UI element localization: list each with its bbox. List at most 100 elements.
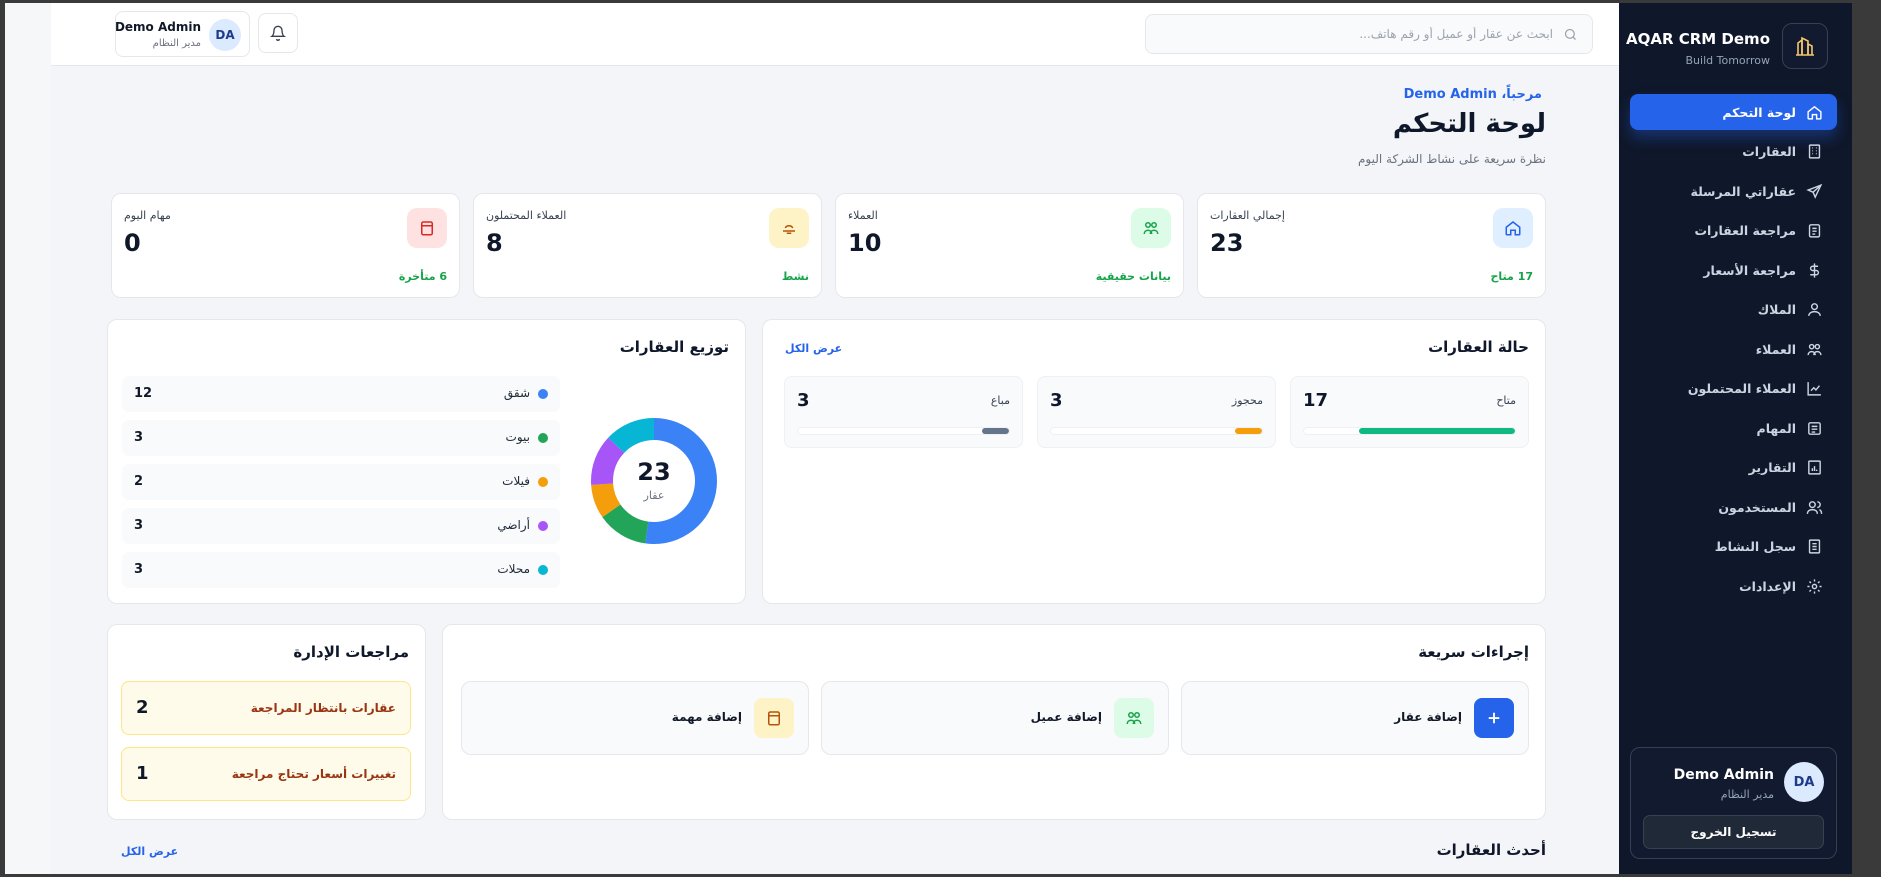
status-progress-fill	[1234, 428, 1262, 434]
send-icon	[1806, 183, 1823, 199]
calendar-icon	[407, 208, 447, 248]
legend-dot	[538, 433, 548, 443]
sidebar-item-label: مراجعة الأسعار	[1703, 262, 1796, 278]
plus-icon	[1474, 698, 1514, 738]
sidebar-item-label: سجل النشاط	[1714, 539, 1796, 554]
user-name: Demo Admin	[114, 20, 201, 34]
search-input[interactable]	[1183, 27, 1553, 41]
building-icon	[1808, 144, 1821, 159]
price-changes-review[interactable]: تغييرات أسعار تحتاج مراجعة 1	[121, 747, 411, 801]
sidebar-item-label: التقارير	[1748, 460, 1796, 475]
sidebar-item-leads[interactable]: العملاء المحتملون	[1630, 371, 1837, 407]
sidebar-user-card: DA Demo Admin مدير النظام تسجيل الخروج	[1630, 747, 1837, 859]
review-count: 2	[136, 697, 149, 718]
bell-icon	[270, 25, 286, 41]
recent-properties-title: أحدث العقارات	[1436, 841, 1546, 859]
distribution-row: محلات 3	[122, 552, 560, 588]
status-label: محجوز	[1231, 394, 1263, 407]
status-sold: مباع 3	[784, 376, 1023, 448]
sidebar-item-price-review[interactable]: مراجعة الأسعار	[1630, 252, 1837, 288]
distribution-row: شقق 12	[122, 376, 560, 412]
pending-properties-review[interactable]: عقارات بانتظار المراجعة 2	[121, 681, 411, 735]
sidebar-item-activity-log[interactable]: سجل النشاط	[1630, 529, 1837, 565]
sidebar-item-properties[interactable]: العقارات	[1630, 134, 1837, 170]
legend-label: محلات	[497, 562, 530, 576]
admin-reviews-panel: مراجعات الإدارة عقارات بانتظار المراجعة …	[107, 624, 426, 820]
section-title: توزيع العقارات	[619, 338, 729, 356]
legend-label: فيلات	[502, 474, 530, 488]
users-icon	[1807, 343, 1822, 355]
legend-label: أراضي	[497, 518, 530, 532]
user-group-icon	[1806, 500, 1823, 514]
stat-footnote: 6 متأخرة	[398, 270, 447, 283]
task-icon	[1808, 421, 1821, 435]
stat-card-leads[interactable]: العملاء المحتملون 8 نشط	[473, 193, 822, 298]
avatar: DA	[209, 19, 241, 51]
stat-value: 0	[124, 229, 141, 257]
dollar-icon	[1809, 262, 1820, 278]
brand-title: AQAR CRM Demo	[1625, 30, 1770, 48]
status-progress-track	[1303, 427, 1516, 435]
stat-value: 8	[486, 229, 503, 257]
action-label: إضافة عميل	[1030, 710, 1102, 724]
add-customer-button[interactable]: إضافة عميل	[821, 681, 1169, 755]
building-logo-icon	[1782, 23, 1828, 69]
legend-label: شقق	[503, 386, 530, 400]
section-title: مراجعات الإدارة	[293, 643, 409, 661]
view-all-link[interactable]: عرض الكل	[785, 342, 842, 355]
stat-card-customers[interactable]: العملاء 10 بيانات حقيقية	[835, 193, 1184, 298]
sidebar-item-label: المهام	[1756, 420, 1796, 436]
stat-footnote: بيانات حقيقية	[1095, 270, 1171, 283]
sidebar-item-my-submitted[interactable]: عقاراتي المرسلة	[1630, 173, 1837, 209]
header-user-menu[interactable]: DA Demo Admin مدير النظام	[115, 11, 250, 57]
users-icon	[1114, 698, 1154, 738]
search-bar[interactable]	[1145, 14, 1593, 54]
page-title: لوحة التحكم	[1392, 109, 1546, 139]
stat-label: العملاء	[848, 209, 878, 222]
sidebar: AQAR CRM Demo Build Tomorrow لوحة التحكم…	[1619, 3, 1852, 874]
clipboard-icon	[1808, 224, 1821, 238]
donut-total: 23	[637, 458, 670, 486]
property-distribution-panel: توزيع العقارات 23 عقار شقق 12 بيوت 3 فيل…	[107, 319, 746, 604]
stat-value: 10	[848, 229, 882, 257]
logout-button[interactable]: تسجيل الخروج	[1643, 815, 1824, 849]
review-label: تغييرات أسعار تحتاج مراجعة	[231, 767, 396, 781]
quick-actions-panel: إجراءات سريعة إضافة عقار إضافة عميل إضاف…	[442, 624, 1546, 820]
add-property-button[interactable]: إضافة عقار	[1181, 681, 1529, 755]
trend-icon	[1807, 382, 1821, 396]
review-count: 1	[136, 763, 149, 784]
sidebar-item-users[interactable]: المستخدمون	[1630, 489, 1837, 525]
sidebar-item-owners[interactable]: الملاك	[1630, 292, 1837, 328]
stat-card-today-tasks[interactable]: مهام اليوم 0 6 متأخرة	[111, 193, 460, 298]
property-status-panel: حالة العقارات عرض الكل متاح 17 محجوز 3 م…	[762, 319, 1546, 604]
sidebar-item-dashboard[interactable]: لوحة التحكم	[1630, 94, 1837, 130]
stat-footnote: نشط	[781, 270, 809, 283]
section-title: حالة العقارات	[1428, 338, 1529, 356]
stat-label: مهام اليوم	[124, 209, 171, 222]
sidebar-item-label: عقاراتي المرسلة	[1690, 183, 1796, 199]
donut-total-label: عقار	[643, 489, 665, 502]
sidebar-item-label: الملاك	[1757, 302, 1796, 317]
stat-label: إجمالي العقارات	[1210, 209, 1285, 222]
sidebar-item-reports[interactable]: التقارير	[1630, 450, 1837, 486]
stat-card-total-properties[interactable]: إجمالي العقارات 23 17 متاح	[1197, 193, 1546, 298]
status-label: مباع	[990, 394, 1010, 407]
notifications-button[interactable]	[258, 13, 298, 53]
section-title: إجراءات سريعة	[1418, 643, 1529, 661]
user-name: Demo Admin	[1673, 767, 1774, 783]
sidebar-item-settings[interactable]: الإعدادات	[1630, 568, 1837, 604]
view-all-link[interactable]: عرض الكل	[121, 845, 178, 858]
home-icon	[1493, 208, 1533, 248]
sidebar-item-property-review[interactable]: مراجعة العقارات	[1630, 213, 1837, 249]
page-subtitle: نظرة سريعة على نشاط الشركة اليوم	[1357, 152, 1546, 166]
sidebar-item-tasks[interactable]: المهام	[1630, 410, 1837, 446]
stat-label: العملاء المحتملون	[486, 209, 567, 222]
status-available: متاح 17	[1290, 376, 1529, 448]
sidebar-item-customers[interactable]: العملاء	[1630, 331, 1837, 367]
report-icon	[1808, 460, 1821, 475]
user-role: مدير النظام	[1720, 788, 1774, 801]
sidebar-item-label: العملاء المحتملون	[1687, 381, 1796, 396]
legend-label: بيوت	[505, 430, 530, 444]
avatar: DA	[1784, 762, 1824, 802]
add-task-button[interactable]: إضافة مهمة	[461, 681, 809, 755]
